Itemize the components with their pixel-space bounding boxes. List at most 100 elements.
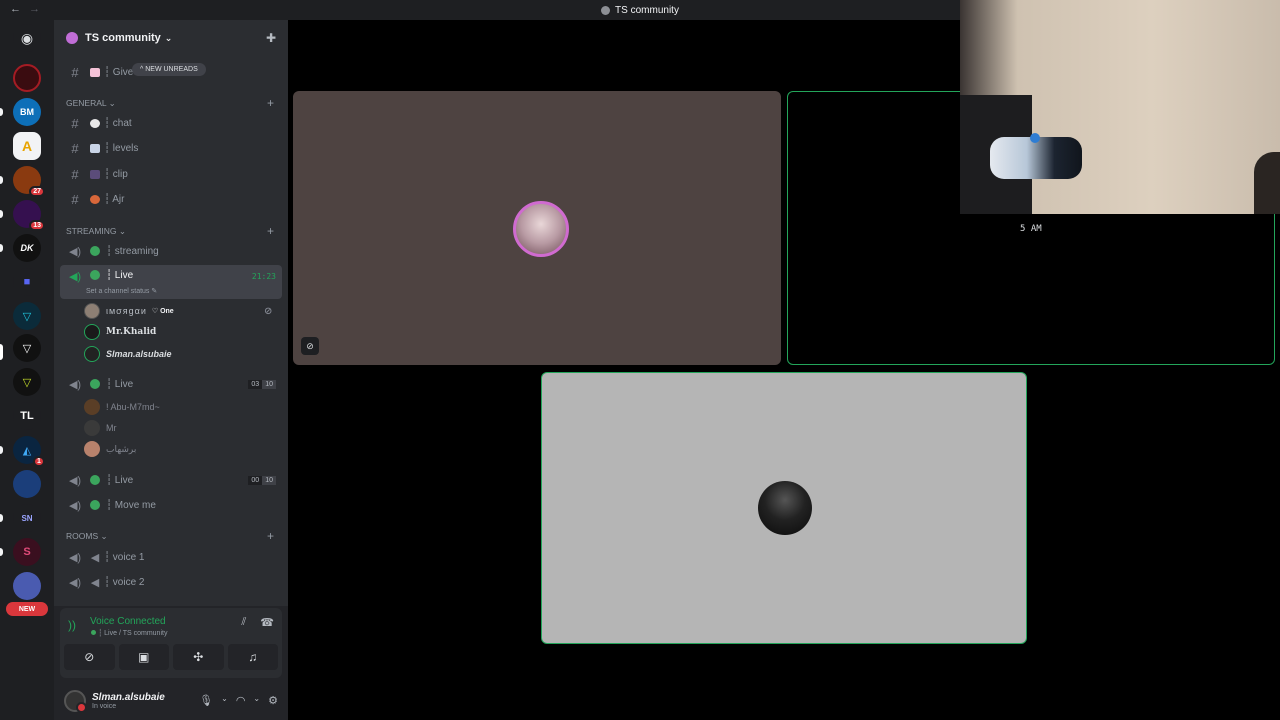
- hash-icon: #: [71, 64, 79, 80]
- mention-badge: 27: [29, 186, 45, 197]
- hash-icon: #: [71, 140, 79, 156]
- speaker-icon: ◀): [68, 576, 82, 589]
- channel-chat[interactable]: # ┆ chat: [60, 112, 282, 134]
- hash-icon: #: [71, 115, 79, 131]
- category-rooms[interactable]: ROOMS ⌄ +: [66, 529, 282, 543]
- server-orange[interactable]: 27: [13, 166, 45, 197]
- forward-icon[interactable]: →: [29, 3, 40, 15]
- add-member-icon[interactable]: ✚: [266, 31, 276, 45]
- hash-icon: #: [71, 191, 79, 207]
- channel-label: ┆ clip: [104, 168, 128, 180]
- chevron-down-icon[interactable]: ⌄: [221, 694, 228, 707]
- channel-levels[interactable]: # ┆ levels: [60, 137, 282, 159]
- user-limit-badge: 00 10: [248, 475, 276, 485]
- voice-user[interactable]: Mr.Khalid: [84, 322, 156, 342]
- avatar: [84, 441, 100, 457]
- category-streaming[interactable]: STREAMING ⌄ +: [66, 224, 282, 238]
- server-a[interactable]: A: [13, 132, 41, 160]
- green-circle-icon: [90, 379, 100, 389]
- noise-suppression-icon[interactable]: ⫽: [241, 616, 246, 629]
- server-sn[interactable]: SN: [13, 504, 41, 532]
- channel-label: ┆ Move me: [106, 499, 156, 511]
- channel-label: ┆ voice 2: [104, 576, 145, 588]
- voice-user[interactable]: ! Abu-M7md~: [84, 397, 160, 417]
- headphones-icon[interactable]: ◠: [236, 694, 246, 707]
- mention-badge: 1: [33, 456, 45, 467]
- envelope-icon: [90, 67, 100, 77]
- server-blue[interactable]: ◭ 1: [13, 436, 45, 467]
- server-sky[interactable]: [13, 470, 41, 498]
- server-pink[interactable]: S: [13, 538, 41, 566]
- screen-share-icon[interactable]: ▣: [118, 644, 169, 670]
- server-v3[interactable]: ▽: [13, 368, 41, 396]
- green-circle-icon: [90, 475, 100, 485]
- server-tl[interactable]: TL: [13, 402, 41, 430]
- server-dk[interactable]: DK: [13, 234, 41, 262]
- speaker-emoji-icon: ◀: [90, 551, 100, 564]
- activities-icon[interactable]: ✣: [173, 644, 224, 670]
- speaker-icon: ◀): [68, 245, 82, 258]
- add-channel-icon[interactable]: +: [267, 529, 274, 543]
- voice-user[interactable]: Slman.alsubaie: [84, 344, 172, 364]
- add-channel-icon[interactable]: +: [267, 96, 274, 110]
- participant-tile[interactable]: ⊘: [293, 91, 781, 365]
- server-purple[interactable]: 13: [13, 200, 45, 231]
- voice-connected-panel: )) Voice Connected ┆ Live / TS community…: [60, 608, 282, 678]
- guild-name: TS community: [85, 32, 161, 44]
- user-panel: )) Voice Connected ┆ Live / TS community…: [54, 606, 288, 720]
- disconnect-icon[interactable]: ☎: [260, 616, 274, 629]
- camera-off-icon[interactable]: ⊘: [64, 644, 115, 670]
- avatar: [84, 346, 100, 362]
- overlay-time: 5 AM: [1020, 224, 1042, 234]
- microphone-image: [990, 133, 1082, 179]
- server-v2[interactable]: ▽: [13, 334, 41, 362]
- call-timer: 21:23: [251, 272, 276, 281]
- server-bm[interactable]: BM: [13, 98, 41, 126]
- voice-user[interactable]: Mr: [84, 418, 117, 438]
- gear-icon[interactable]: ⚙: [268, 694, 278, 707]
- hash-icon: #: [71, 166, 79, 182]
- channel-label: ┆ streaming: [106, 245, 159, 257]
- set-channel-status[interactable]: Set a channel status ✎: [86, 287, 157, 295]
- server-red[interactable]: [13, 64, 41, 92]
- current-user[interactable]: Slman.alsubaie In voice 🎙︎ ⌄ ◠ ⌄ ⚙: [54, 682, 288, 720]
- speaker-icon: ◀): [68, 271, 82, 283]
- signal-icon[interactable]: )): [68, 618, 76, 632]
- microphone-icon[interactable]: 🎙︎: [199, 694, 213, 707]
- voice-location[interactable]: ┆ Live / TS community: [90, 629, 167, 637]
- server-v1[interactable]: ▽: [13, 302, 41, 330]
- server-new[interactable]: [13, 572, 41, 600]
- participant-avatar: [513, 201, 569, 257]
- channel-live-3[interactable]: ◀) ┆ Live 00 10: [60, 469, 282, 491]
- user-tag: ♡ One: [151, 308, 174, 315]
- folder-icon[interactable]: ■: [13, 268, 41, 296]
- speaker-emoji-icon: ◀: [90, 576, 100, 589]
- channel-label: ┆ Ajr: [104, 193, 125, 205]
- chevron-down-icon[interactable]: ⌄: [253, 694, 260, 707]
- channel-sidebar: TS community ⌄ ✚ # ┆ Give ^ NEW UNREADS …: [54, 20, 288, 720]
- chevron-down-icon: ⌄: [164, 32, 173, 43]
- participant-tile-speaking[interactable]: [541, 372, 1027, 644]
- channel-voice-1[interactable]: ◀) ◀ ┆ voice 1: [60, 546, 282, 568]
- voice-user[interactable]: ιмσяgαи ♡ One ⊘: [84, 301, 272, 321]
- channel-move-me[interactable]: ◀) ┆ Move me: [60, 494, 282, 516]
- voice-user[interactable]: برشهاب: [84, 439, 136, 459]
- back-icon[interactable]: ←: [10, 3, 21, 15]
- new-badge: NEW: [6, 602, 48, 616]
- discord-home-icon[interactable]: ◉: [13, 24, 41, 52]
- camera-icon: [90, 169, 100, 179]
- channel-label: ┆ Live: [106, 270, 134, 281]
- green-circle-icon: [90, 246, 100, 256]
- add-channel-icon[interactable]: +: [267, 224, 274, 238]
- speaker-icon: ◀): [68, 378, 82, 391]
- person-shoulder: [1254, 152, 1280, 214]
- category-general[interactable]: GENERAL ⌄ +: [66, 96, 282, 110]
- channel-clip[interactable]: # ┆ clip: [60, 163, 282, 185]
- guild-header[interactable]: TS community ⌄ ✚: [54, 20, 288, 56]
- channel-ajr[interactable]: # ┆ Ajr: [60, 188, 282, 210]
- channel-live-2[interactable]: ◀) ┆ Live 03 10: [60, 373, 282, 395]
- channel-streaming[interactable]: ◀) ┆ streaming: [60, 240, 282, 262]
- soundboard-icon[interactable]: ♫: [227, 644, 278, 670]
- new-unreads-pill[interactable]: ^ NEW UNREADS: [132, 63, 206, 76]
- channel-voice-2[interactable]: ◀) ◀ ┆ voice 2: [60, 571, 282, 593]
